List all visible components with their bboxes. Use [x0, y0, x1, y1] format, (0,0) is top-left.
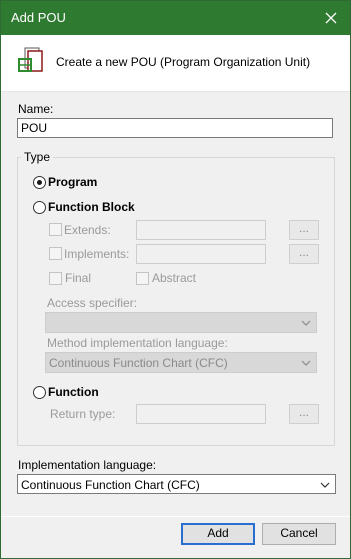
dialog-header: Create a new POU (Program Organization U… [1, 35, 350, 92]
header-description: Create a new POU (Program Organization U… [56, 55, 311, 69]
dialog-footer: Add Cancel [1, 517, 350, 558]
title-bar: Add POU [1, 1, 350, 35]
method-impl-select[interactable]: Continuous Function Chart (CFC) [45, 352, 317, 373]
abstract-checkbox[interactable] [136, 272, 149, 285]
extends-label: Extends: [64, 223, 111, 237]
implements-checkbox[interactable] [49, 247, 62, 260]
cancel-button[interactable]: Cancel [262, 523, 336, 545]
close-icon[interactable] [318, 5, 344, 31]
return-type-label: Return type: [50, 407, 116, 421]
extends-checkbox[interactable] [49, 223, 62, 236]
name-input[interactable]: POU [17, 118, 333, 138]
access-specifier-select[interactable] [45, 312, 317, 333]
implementation-language-select[interactable]: Continuous Function Chart (CFC) [17, 474, 336, 494]
program-label[interactable]: Program [48, 175, 97, 189]
extends-browse-button[interactable]: ... [289, 220, 319, 240]
chevron-down-icon [301, 320, 311, 326]
implementation-language-label: Implementation language: [18, 458, 157, 472]
implements-label: Implements: [64, 247, 130, 261]
function-block-radio[interactable] [33, 201, 46, 214]
add-pou-dialog: Add POU Create a new POU (Program Organi… [0, 0, 351, 559]
return-type-browse-button[interactable]: ... [289, 404, 319, 424]
implementation-language-value: Continuous Function Chart (CFC) [21, 478, 200, 492]
chevron-down-icon [320, 482, 330, 488]
program-radio[interactable] [33, 176, 46, 189]
method-impl-value: Continuous Function Chart (CFC) [49, 356, 228, 370]
chevron-down-icon [301, 360, 311, 366]
function-block-label[interactable]: Function Block [48, 200, 135, 214]
final-checkbox[interactable] [49, 272, 62, 285]
window-title: Add POU [11, 10, 66, 25]
implements-input[interactable] [136, 244, 266, 264]
extends-input[interactable] [136, 220, 266, 240]
return-type-input[interactable] [136, 404, 266, 424]
abstract-label: Abstract [152, 271, 197, 285]
method-impl-label: Method implementation language: [47, 336, 228, 350]
implements-browse-button[interactable]: ... [289, 244, 319, 264]
function-label[interactable]: Function [48, 385, 99, 399]
final-label: Final [65, 271, 92, 285]
pou-icon [17, 47, 47, 77]
dialog-body: Name: POU Type Program Function Block Ex… [1, 92, 350, 516]
function-radio[interactable] [33, 386, 46, 399]
name-label: Name: [18, 102, 54, 116]
type-group-title: Type [21, 150, 54, 164]
access-specifier-label: Access specifier: [47, 296, 138, 310]
add-button[interactable]: Add [181, 523, 255, 545]
